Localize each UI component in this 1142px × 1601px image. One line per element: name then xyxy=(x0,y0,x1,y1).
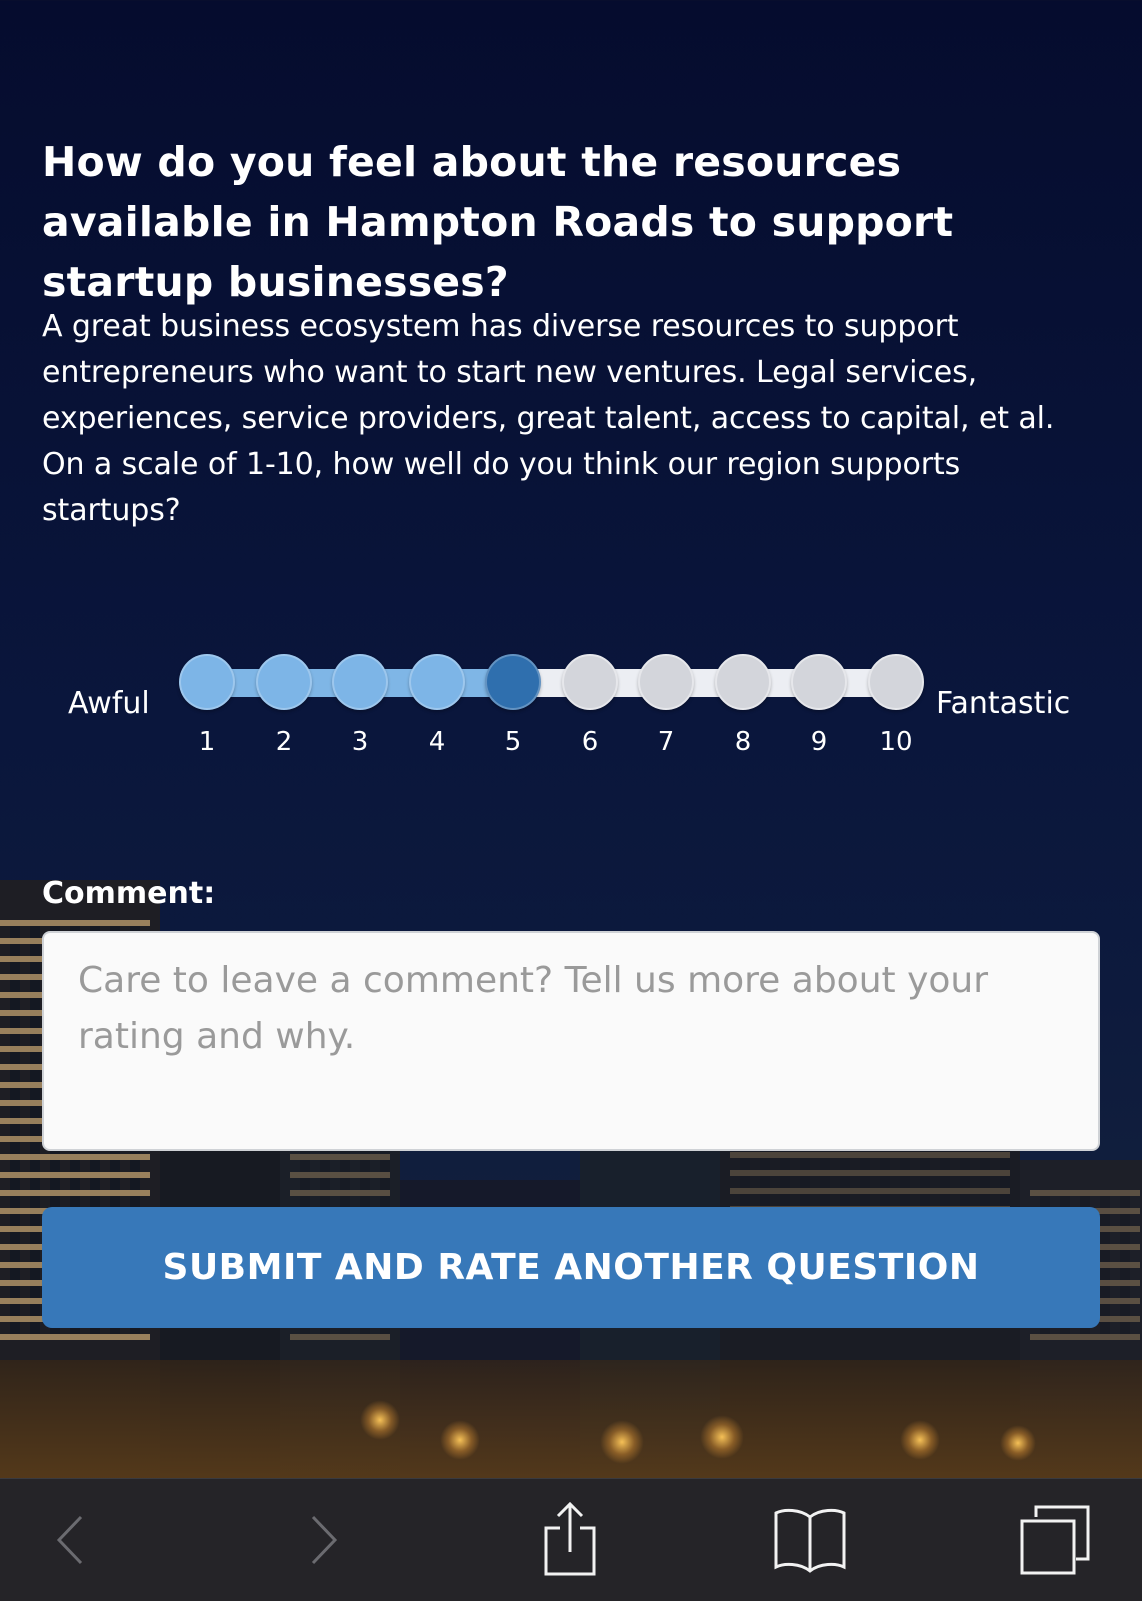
rating-number-label: 10 xyxy=(879,727,913,757)
rating-option-10[interactable] xyxy=(868,654,924,710)
rating-option-1[interactable] xyxy=(179,654,235,710)
rating-number-label: 2 xyxy=(275,727,293,757)
rating-option-8[interactable] xyxy=(715,654,771,710)
rating-option-4[interactable] xyxy=(409,654,465,710)
rating-number-label: 4 xyxy=(428,727,446,757)
rating-number-label: 1 xyxy=(198,727,216,757)
browser-toolbar xyxy=(0,1478,1142,1601)
back-icon[interactable] xyxy=(40,1479,100,1601)
rating-number-label: 7 xyxy=(657,727,675,757)
rating-number-label: 3 xyxy=(351,727,369,757)
rating-option-6[interactable] xyxy=(562,654,618,710)
rating-option-2[interactable] xyxy=(256,654,312,710)
tabs-icon[interactable] xyxy=(1010,1479,1100,1601)
rating-option-3[interactable] xyxy=(332,654,388,710)
rating-option-7[interactable] xyxy=(638,654,694,710)
rating-number-label: 5 xyxy=(504,727,522,757)
comment-field[interactable] xyxy=(42,931,1100,1151)
forward-icon[interactable] xyxy=(294,1479,354,1601)
share-icon[interactable] xyxy=(530,1479,610,1601)
rating-number-label: 6 xyxy=(581,727,599,757)
scale-low-label: Awful xyxy=(68,686,150,721)
scale-high-label: Fantastic xyxy=(936,686,1071,721)
question-description: A great business ecosystem has diverse r… xyxy=(42,309,1055,528)
submit-button[interactable]: SUBMIT AND RATE ANOTHER QUESTION xyxy=(42,1207,1100,1328)
question-title: How do you feel about the resources avai… xyxy=(42,138,954,306)
comment-label: Comment: xyxy=(42,876,216,911)
rating-number-label: 9 xyxy=(810,727,828,757)
rating-option-5[interactable] xyxy=(485,654,541,710)
rating-number-label: 8 xyxy=(734,727,752,757)
rating-option-9[interactable] xyxy=(791,654,847,710)
bookmarks-icon[interactable] xyxy=(770,1479,850,1601)
